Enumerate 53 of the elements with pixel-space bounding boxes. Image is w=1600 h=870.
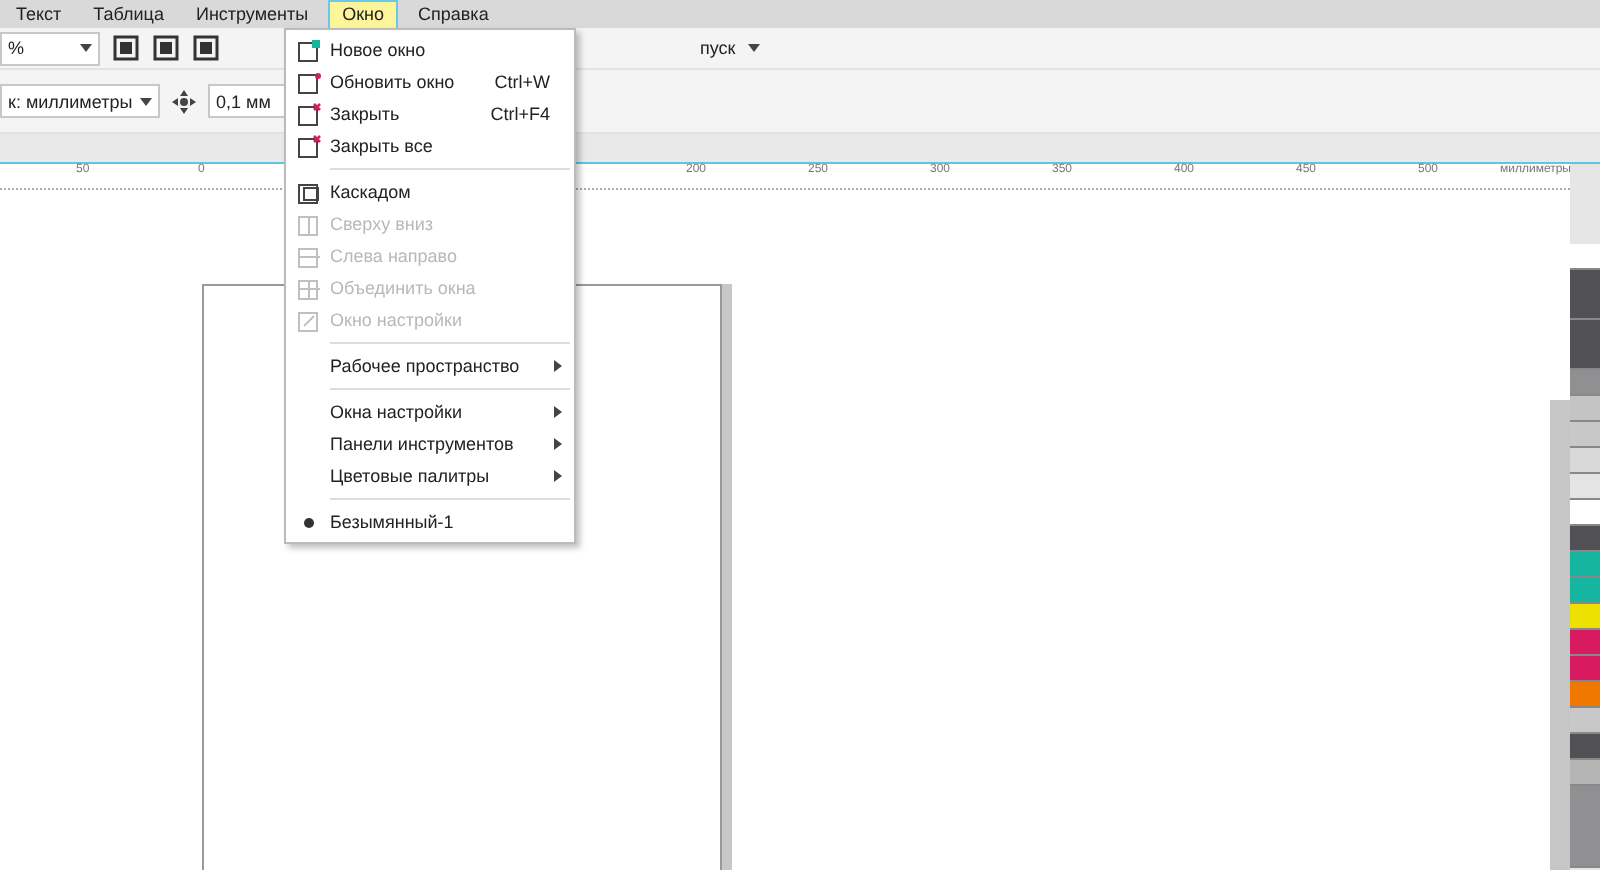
scrollbar[interactable] xyxy=(1550,400,1570,870)
color-swatch[interactable] xyxy=(1570,552,1600,578)
caret-icon xyxy=(140,97,152,105)
menu-title[interactable]: Таблица xyxy=(81,0,176,28)
submenu-arrow-icon xyxy=(554,470,562,482)
menu-item[interactable]: Закрыть все xyxy=(286,130,574,162)
color-swatch[interactable] xyxy=(1570,500,1600,526)
menu-item[interactable]: Каскадом xyxy=(286,176,574,208)
menu-item[interactable]: Безымянный-1 xyxy=(286,506,574,538)
window-icon xyxy=(295,212,321,236)
submenu-arrow-icon xyxy=(554,406,562,418)
submenu-item[interactable]: Цветовые палитры xyxy=(286,460,574,492)
color-swatch[interactable] xyxy=(1570,682,1600,708)
window-icon xyxy=(295,308,321,332)
submenu-item[interactable]: Рабочее пространство xyxy=(286,350,574,382)
menu-title[interactable]: Инструменты xyxy=(183,0,321,28)
color-swatch[interactable] xyxy=(1570,578,1600,604)
close-window-icon xyxy=(295,102,321,126)
color-swatch[interactable] xyxy=(1570,604,1600,630)
color-swatch[interactable] xyxy=(1570,270,1600,320)
color-swatch[interactable] xyxy=(1570,734,1600,760)
color-swatch[interactable] xyxy=(1570,370,1600,396)
color-swatch[interactable] xyxy=(1570,244,1600,270)
window-icon xyxy=(295,276,321,300)
caret-icon xyxy=(80,44,92,52)
menu-title[interactable]: Справка xyxy=(406,0,501,28)
caret-icon xyxy=(747,44,760,52)
color-swatch[interactable] xyxy=(1570,786,1600,868)
color-swatch[interactable] xyxy=(1570,760,1600,786)
color-swatch[interactable] xyxy=(1570,422,1600,448)
window-icon xyxy=(295,38,321,62)
launch-label[interactable]: пуск xyxy=(700,38,736,58)
submenu-item[interactable]: Панели инструментов xyxy=(286,428,574,460)
zoom-dropdown[interactable]: % xyxy=(0,31,100,65)
window-icon xyxy=(295,244,321,268)
submenu-arrow-icon xyxy=(554,438,562,450)
close-window-icon xyxy=(295,134,321,158)
color-swatch[interactable] xyxy=(1570,630,1600,656)
units-dropdown[interactable]: к: миллиметры xyxy=(0,84,160,118)
menu-item[interactable]: Новое окно xyxy=(286,34,574,66)
color-swatch[interactable] xyxy=(1570,656,1600,682)
color-swatch[interactable] xyxy=(1570,396,1600,422)
window-icon xyxy=(295,180,321,204)
color-swatch[interactable] xyxy=(1570,320,1600,370)
submenu-arrow-icon xyxy=(554,360,562,372)
color-swatch[interactable] xyxy=(1570,526,1600,552)
menu-title[interactable]: Текст xyxy=(4,0,74,28)
submenu-item[interactable]: Окна настройки xyxy=(286,396,574,428)
move-icon xyxy=(172,89,196,113)
color-swatch[interactable] xyxy=(1570,708,1600,734)
color-swatch[interactable] xyxy=(1570,448,1600,474)
window-icon xyxy=(295,70,321,94)
menu-title[interactable]: Окно xyxy=(328,0,399,28)
